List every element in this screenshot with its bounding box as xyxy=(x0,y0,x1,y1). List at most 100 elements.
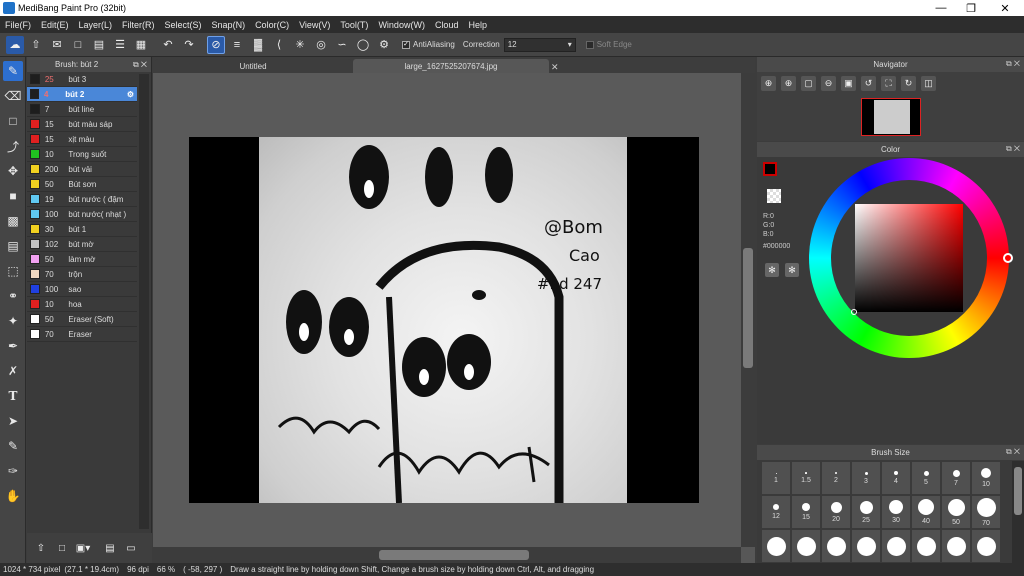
brush-item[interactable]: 4 bút 2 ⚙ xyxy=(27,87,137,102)
brush-size-option[interactable]: 7 xyxy=(941,461,971,495)
antialiasing-checkbox[interactable]: ✓ xyxy=(402,40,410,49)
palette-icon[interactable]: ✻ xyxy=(765,263,779,277)
brush-item[interactable]: 70 Eraser xyxy=(27,327,137,342)
menu-color[interactable]: Color(C) xyxy=(250,20,294,30)
brush-size-option[interactable]: 30 xyxy=(881,495,911,529)
brush-size-option[interactable] xyxy=(881,529,911,563)
snap-settings-icon[interactable]: ⚙ xyxy=(375,36,393,54)
brush-size-option[interactable]: 25 xyxy=(851,495,881,529)
hand-tool-icon[interactable]: ✋ xyxy=(3,486,23,506)
list-icon[interactable]: ☰ xyxy=(111,36,129,54)
line-tool-icon[interactable]: ⤴ xyxy=(3,136,23,156)
brush-item[interactable]: 10 hoa xyxy=(27,297,137,312)
brush-item[interactable]: 7 bút line xyxy=(27,102,137,117)
brush-size-option[interactable]: 20 xyxy=(821,495,851,529)
close-tab-icon[interactable]: ✕ xyxy=(551,62,559,73)
brush-item[interactable]: 50 làm mờ xyxy=(27,252,137,267)
undo-icon[interactable]: ↶ xyxy=(159,36,177,54)
brush-size-option[interactable] xyxy=(971,529,1001,563)
brush-size-option[interactable]: 10 xyxy=(971,461,1001,495)
minimize-button[interactable]: — xyxy=(926,0,956,16)
brush-item[interactable]: 15 xịt màu xyxy=(27,132,137,147)
saturation-value-cursor[interactable] xyxy=(851,309,857,315)
brush-size-option[interactable]: 2 xyxy=(821,461,851,495)
brush-size-option[interactable]: 15 xyxy=(791,495,821,529)
cloud-icon[interactable]: ☁ xyxy=(6,35,24,54)
zoom-in-icon[interactable]: ⊕ xyxy=(761,75,776,91)
saturation-value-square[interactable] xyxy=(855,204,963,312)
brush-item[interactable]: 102 bút mờ xyxy=(27,237,137,252)
select-pen-tool-icon[interactable]: ✒ xyxy=(3,336,23,356)
snap-circle-icon[interactable]: ◎ xyxy=(312,36,330,54)
rotate-left-icon[interactable]: ↺ xyxy=(861,75,876,91)
navigator-thumbnail[interactable] xyxy=(861,98,921,136)
brush-size-option[interactable]: 1 xyxy=(761,461,791,495)
brush-settings-gear-icon[interactable]: ⚙ xyxy=(127,90,134,99)
snap-radial-icon[interactable]: ✳ xyxy=(291,36,309,54)
move-tool-icon[interactable]: ✥ xyxy=(3,161,23,181)
bucket-tool-icon[interactable]: ▩ xyxy=(3,211,23,231)
brush-size-option[interactable] xyxy=(821,529,851,563)
menu-help[interactable]: Help xyxy=(463,20,492,30)
brush-size-option[interactable]: 50 xyxy=(941,495,971,529)
document-icon[interactable]: ▤ xyxy=(90,36,108,54)
snap-parallel-icon[interactable]: ≡ xyxy=(228,36,246,54)
snap-grid-icon[interactable]: ▓ xyxy=(249,36,267,54)
foreground-color[interactable] xyxy=(763,162,777,176)
maximize-button[interactable]: ❐ xyxy=(956,0,986,16)
close-button[interactable]: ✕ xyxy=(990,0,1020,16)
fill-rect-tool-icon[interactable]: ■ xyxy=(3,186,23,206)
panel-controls[interactable]: ⧉ ✕ xyxy=(133,60,147,70)
snap-perspective-icon[interactable]: ⟨ xyxy=(270,36,288,54)
brush-size-scroll-thumb[interactable] xyxy=(1014,467,1022,515)
menu-select[interactable]: Select(S) xyxy=(160,20,207,30)
brush-size-option[interactable]: 40 xyxy=(911,495,941,529)
magic-wand-tool-icon[interactable]: ✦ xyxy=(3,311,23,331)
menu-layer[interactable]: Layer(L) xyxy=(74,20,118,30)
operation-tool-icon[interactable]: ➤ xyxy=(3,411,23,431)
panel-controls[interactable]: ⧉ ✕ xyxy=(1006,144,1020,154)
brush-size-option[interactable] xyxy=(791,529,821,563)
panel-controls[interactable]: ⧉ ✕ xyxy=(1006,59,1020,69)
background-color[interactable] xyxy=(767,189,781,203)
brush-size-scrollbar[interactable] xyxy=(1012,461,1024,563)
brush-size-option[interactable]: 5 xyxy=(911,461,941,495)
hue-wheel[interactable] xyxy=(809,158,1013,358)
menu-cloud[interactable]: Cloud xyxy=(430,20,464,30)
canvas-area[interactable]: @Bom Cao #hd 247 xyxy=(153,73,741,547)
brush-item[interactable]: 19 bút nước ( đậm xyxy=(27,192,137,207)
snap-ellipse-icon[interactable]: ◯ xyxy=(354,36,372,54)
horizontal-scroll-thumb[interactable] xyxy=(379,550,529,560)
blur-tool-icon[interactable]: ✎ xyxy=(3,436,23,456)
brush-item[interactable]: 25 bút 3 xyxy=(27,72,137,87)
brush-size-option[interactable]: 12 xyxy=(761,495,791,529)
menu-view[interactable]: View(V) xyxy=(294,20,335,30)
brush-item[interactable]: 100 sao xyxy=(27,282,137,297)
brush-folder-icon[interactable]: ▭ xyxy=(123,541,139,555)
add-cloud-brush-icon[interactable]: ⇧ xyxy=(33,541,49,555)
brush-item[interactable]: 50 Eraser (Soft) xyxy=(27,312,137,327)
snap-off-icon[interactable]: ⊘ xyxy=(207,35,225,54)
brush-size-option[interactable]: 1.5 xyxy=(791,461,821,495)
vertical-scrollbar[interactable] xyxy=(741,73,755,547)
artwork-image[interactable]: @Bom Cao #hd 247 xyxy=(259,137,627,503)
fullscreen-icon[interactable]: ⛶ xyxy=(881,75,896,91)
brush-item[interactable]: 200 bút vải xyxy=(27,162,137,177)
brush-tool-icon[interactable]: ✎ xyxy=(3,61,23,81)
brush-item[interactable]: 15 bút màu sáp xyxy=(27,117,137,132)
brush-item[interactable]: 10 Trong suốt xyxy=(27,147,137,162)
flip-icon[interactable]: ◫ xyxy=(921,75,936,91)
softedge-checkbox[interactable] xyxy=(585,40,594,49)
menu-window[interactable]: Window(W) xyxy=(373,20,430,30)
fit-icon[interactable]: ▢ xyxy=(801,75,816,91)
brush-list-scrollbar[interactable] xyxy=(139,74,149,529)
menu-filter[interactable]: Filter(R) xyxy=(117,20,160,30)
redo-icon[interactable]: ↷ xyxy=(180,36,198,54)
brush-size-option[interactable] xyxy=(911,529,941,563)
brush-size-option[interactable]: 3 xyxy=(851,461,881,495)
eyedropper-tool-icon[interactable]: ✑ xyxy=(3,461,23,481)
brush-size-option[interactable] xyxy=(941,529,971,563)
brush-size-option[interactable] xyxy=(851,529,881,563)
grid-icon[interactable]: ▦ xyxy=(132,36,150,54)
add-brush-icon[interactable]: ▣▾ xyxy=(75,541,91,555)
